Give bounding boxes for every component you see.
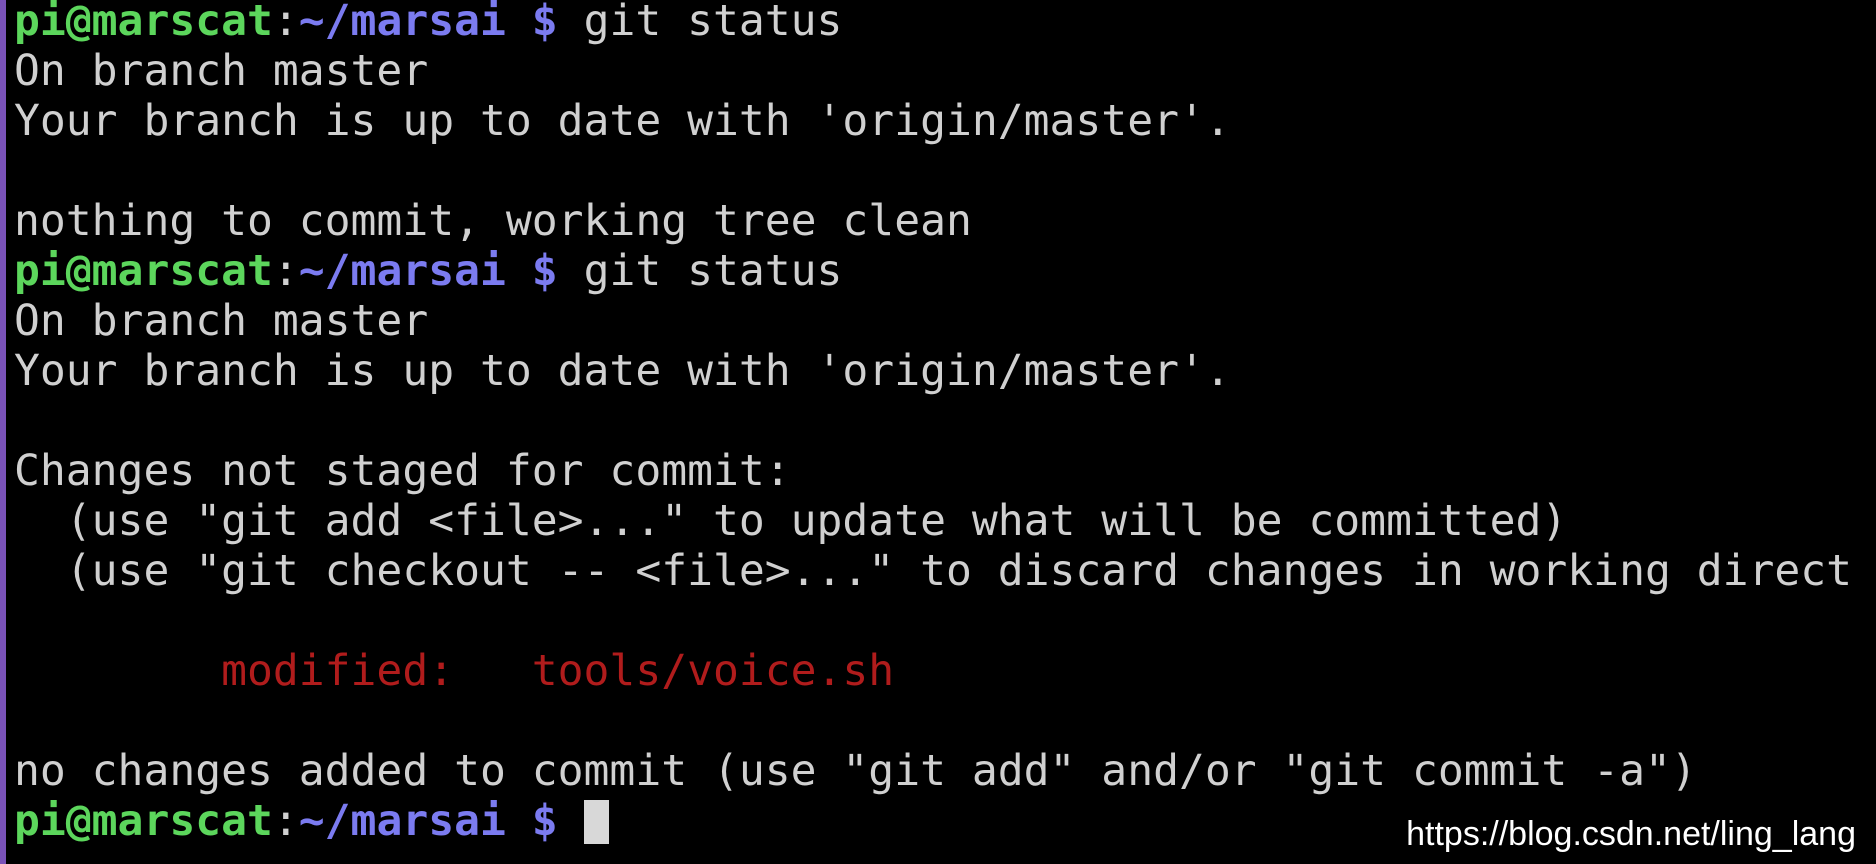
prompt-dollar: $ (531, 0, 558, 46)
cursor-block[interactable] (583, 800, 609, 844)
terminal-window[interactable]: pi@marscat:~/marsai $ git status On bran… (0, 0, 1876, 864)
prompt-colon: : (272, 800, 299, 846)
prompt-path: ~/marsai (298, 800, 506, 846)
output-line: Your branch is up to date with 'origin/m… (14, 100, 1231, 146)
output-line: (use "git add <file>..." to update what … (14, 500, 1568, 546)
window-left-border (0, 0, 6, 864)
output-line: no changes added to commit (use "git add… (14, 750, 1697, 796)
prompt-user-host: pi@marscat (14, 0, 273, 46)
prompt-colon: : (272, 0, 299, 46)
watermark-url: https://blog.csdn.net/ling_lang (1406, 815, 1856, 853)
modified-file-line: modified: tools/voice.sh (14, 650, 895, 696)
output-line: nothing to commit, working tree clean (14, 200, 972, 246)
prompt-dollar: $ (531, 800, 558, 846)
output-line-blank (14, 400, 1876, 450)
output-line: On branch master (14, 300, 429, 346)
output-line: Your branch is up to date with 'origin/m… (14, 350, 1231, 396)
output-line-blank (14, 700, 1876, 750)
prompt-line: pi@marscat:~/marsai $ git status (14, 0, 1876, 50)
prompt-colon: : (272, 250, 299, 296)
prompt-path: ~/marsai (298, 0, 506, 46)
prompt-dollar: $ (531, 250, 558, 296)
output-line: (use "git checkout -- <file>..." to disc… (14, 550, 1853, 596)
prompt-path: ~/marsai (298, 250, 506, 296)
prompt-user-host: pi@marscat (14, 250, 273, 296)
output-line-blank (14, 150, 1876, 200)
output-line: Changes not staged for commit: (14, 450, 791, 496)
command-text: git status (583, 0, 843, 46)
output-line: On branch master (14, 50, 429, 96)
output-line-blank (14, 600, 1876, 650)
terminal-output: pi@marscat:~/marsai $ git status On bran… (14, 0, 1876, 850)
prompt-line: pi@marscat:~/marsai $ git status (14, 250, 1876, 300)
prompt-user-host: pi@marscat (14, 800, 273, 846)
command-text: git status (583, 250, 843, 296)
